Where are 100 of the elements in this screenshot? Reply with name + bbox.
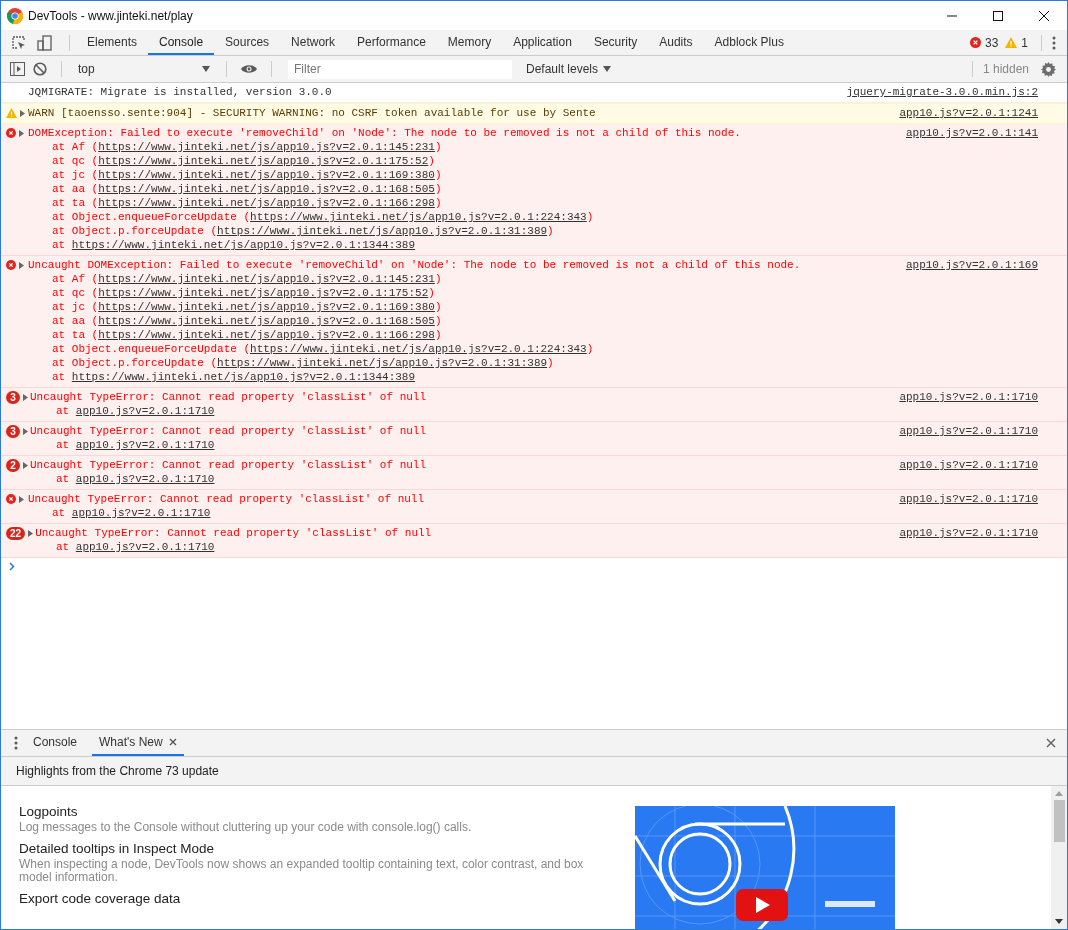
feature-title[interactable]: Detailed tooltips in Inspect Mode bbox=[19, 841, 619, 856]
stack-link[interactable]: https://www.jinteki.net/js/app10.js?v=2.0.1:224:343 bbox=[250, 211, 587, 223]
maximize-icon[interactable] bbox=[992, 9, 1004, 22]
stack-frame: at app10.js?v=2.0.1:1710 bbox=[6, 438, 1038, 452]
device-toolbar-icon[interactable] bbox=[37, 34, 53, 51]
close-icon[interactable] bbox=[168, 738, 177, 746]
panel-tab[interactable]: Application bbox=[502, 30, 583, 55]
stack-link[interactable]: app10.js?v=2.0.1:1710 bbox=[75, 439, 215, 451]
stack-link[interactable]: https://www.jinteki.net/js/app10.js?v=2.0.1:31:389 bbox=[217, 357, 548, 369]
source-link[interactable]: app10.js?v=2.0.1:141 bbox=[905, 126, 1038, 140]
expand-arrow-icon[interactable] bbox=[23, 393, 28, 401]
stack-link[interactable]: app10.js?v=2.0.1:1710 bbox=[75, 541, 215, 553]
stack-frame: at ta (https://www.jinteki.net/js/app10.js?v=2.0.1:166:298) bbox=[6, 196, 1038, 210]
stack-link[interactable]: https://www.jinteki.net/js/app10.js?v=2.0.1:224:343 bbox=[250, 343, 587, 355]
more-options-icon[interactable] bbox=[14, 736, 18, 750]
warning-icon bbox=[6, 108, 17, 118]
stack-link[interactable]: https://www.jinteki.net/js/app10.js?v=2.0.1:175:52 bbox=[98, 287, 429, 299]
expand-arrow-icon[interactable] bbox=[23, 461, 28, 469]
stack-link[interactable]: https://www.jinteki.net/js/app10.js?v=2.0.1:168:505 bbox=[98, 183, 435, 195]
repeat-count: 22 bbox=[6, 526, 26, 540]
stack-link[interactable]: https://www.jinteki.net/js/app10.js?v=2.0.1:166:298 bbox=[98, 329, 435, 341]
message-text: DOMException: Failed to execute 'removeChild' on 'Node': The node to be removed is not a child of this node. bbox=[28, 126, 742, 140]
stack-link[interactable]: https://www.jinteki.net/js/app10.js?v=2.0.1:169:380 bbox=[98, 301, 435, 313]
tab-label: Console bbox=[33, 735, 78, 749]
message-text: WARN [taoensso.sente:904] - SECURITY WARNING: no CSRF token available for use by Sente bbox=[28, 106, 597, 120]
drawer-tab[interactable]: Console bbox=[26, 730, 85, 756]
hidden-count: 1 hidden bbox=[982, 62, 1029, 76]
context-select[interactable]: top bbox=[76, 62, 212, 76]
warning-count[interactable]: 1 bbox=[1021, 35, 1028, 50]
repeat-count: 2 bbox=[6, 458, 20, 472]
panel-tab[interactable]: Memory bbox=[436, 30, 503, 55]
panel-tab[interactable]: Security bbox=[582, 30, 649, 55]
filter-field[interactable]: Filter bbox=[288, 59, 512, 79]
expand-arrow-icon[interactable] bbox=[19, 261, 24, 269]
stack-frame: at app10.js?v=2.0.1:1710 bbox=[6, 506, 1038, 520]
scroll-down-icon[interactable] bbox=[1055, 919, 1063, 924]
panel-tab[interactable]: Adblock Plus bbox=[703, 30, 795, 55]
expand-arrow-icon[interactable] bbox=[23, 427, 28, 435]
stack-link[interactable]: https://www.jinteki.net/js/app10.js?v=2.0.1:168:505 bbox=[98, 315, 435, 327]
stack-link[interactable]: https://www.jinteki.net/js/app10.js?v=2.0.1:1344:389 bbox=[71, 239, 416, 251]
levels-dropdown[interactable]: Default levels bbox=[520, 61, 618, 77]
settings-icon[interactable] bbox=[1041, 61, 1056, 77]
stack-link[interactable]: https://www.jinteki.net/js/app10.js?v=2.0.1:145:231 bbox=[98, 141, 435, 153]
message-text: JQMIGRATE: Migrate is installed, version 3.0.0 bbox=[28, 85, 333, 99]
message-text: Uncaught TypeError: Cannot read property 'classList' of null bbox=[30, 458, 428, 472]
source-link[interactable]: app10.js?v=2.0.1:1710 bbox=[899, 492, 1038, 506]
message-text: Uncaught TypeError: Cannot read property 'classList' of null bbox=[28, 492, 426, 506]
source-link[interactable]: app10.js?v=2.0.1:1710 bbox=[899, 390, 1038, 404]
stack-frame: at https://www.jinteki.net/js/app10.js?v=2.0.1:1344:389 bbox=[6, 238, 1038, 252]
stack-link[interactable]: https://www.jinteki.net/js/app10.js?v=2.0.1:169:380 bbox=[98, 169, 435, 181]
stack-link[interactable]: app10.js?v=2.0.1:1710 bbox=[71, 507, 211, 519]
scrollbar-thumb[interactable] bbox=[1053, 800, 1065, 842]
panel-tab[interactable]: Audits bbox=[648, 30, 704, 55]
more-options-icon[interactable] bbox=[1052, 35, 1056, 50]
source-link[interactable]: app10.js?v=2.0.1:1241 bbox=[899, 106, 1038, 120]
clear-console-icon[interactable] bbox=[33, 62, 47, 76]
stack-link[interactable]: https://www.jinteki.net/js/app10.js?v=2.0.1:145:231 bbox=[98, 273, 435, 285]
stack-link[interactable]: https://www.jinteki.net/js/app10.js?v=2.0.1:31:389 bbox=[217, 225, 548, 237]
scrollbar[interactable] bbox=[1051, 786, 1067, 929]
eye-icon[interactable] bbox=[241, 64, 257, 74]
source-link[interactable]: app10.js?v=2.0.1:1710 bbox=[899, 458, 1038, 472]
stack-link[interactable]: https://www.jinteki.net/js/app10.js?v=2.0.1:166:298 bbox=[98, 197, 435, 209]
stack-frame: at Object.enqueueForceUpdate (https://www.jinteki.net/js/app10.js?v=2.0.1:224:343) bbox=[6, 342, 1038, 356]
error-count[interactable]: 33 bbox=[984, 35, 999, 50]
panel-tab[interactable]: Performance bbox=[346, 30, 437, 55]
expand-arrow-icon[interactable] bbox=[19, 129, 24, 137]
stack-link[interactable]: https://www.jinteki.net/js/app10.js?v=2.0.1:175:52 bbox=[98, 155, 429, 167]
stack-link[interactable]: https://www.jinteki.net/js/app10.js?v=2.0.1:1344:389 bbox=[71, 371, 416, 383]
panel-tab[interactable]: Sources bbox=[214, 30, 281, 55]
source-link[interactable]: app10.js?v=2.0.1:169 bbox=[905, 258, 1038, 272]
message-text: Uncaught DOMException: Failed to execute 'removeChild' on 'Node': The node to be removed is not a child of this node. bbox=[28, 258, 802, 272]
stack-frame: at aa (https://www.jinteki.net/js/app10.js?v=2.0.1:168:505) bbox=[6, 182, 1038, 196]
sidebar-toggle-icon[interactable] bbox=[10, 62, 25, 76]
prompt-caret-icon[interactable] bbox=[9, 562, 15, 571]
stack-link[interactable]: app10.js?v=2.0.1:1710 bbox=[75, 405, 215, 417]
stack-frame: at app10.js?v=2.0.1:1710 bbox=[6, 472, 1038, 486]
source-link[interactable]: app10.js?v=2.0.1:1710 bbox=[899, 526, 1038, 540]
stack-frame: at Af (https://www.jinteki.net/js/app10.js?v=2.0.1:145:231) bbox=[6, 272, 1038, 286]
error-icon bbox=[969, 37, 981, 48]
stack-frame: at https://www.jinteki.net/js/app10.js?v=2.0.1:1344:389 bbox=[6, 370, 1038, 384]
error-icon bbox=[6, 260, 16, 270]
warning-icon bbox=[1005, 37, 1018, 48]
caret-icon bbox=[202, 66, 210, 72]
stack-frame: at qc (https://www.jinteki.net/js/app10.js?v=2.0.1:175:52) bbox=[6, 154, 1038, 168]
panel-tab[interactable]: Network bbox=[280, 30, 347, 55]
inspect-element-icon[interactable] bbox=[11, 34, 27, 51]
section-heading: Highlights from the Chrome 73 update bbox=[16, 764, 219, 778]
close-icon[interactable] bbox=[1038, 9, 1050, 22]
error-icon bbox=[6, 128, 16, 138]
feature-title[interactable]: Export code coverage data bbox=[19, 891, 619, 906]
source-link[interactable]: jquery-migrate-3.0.0.min.js:2 bbox=[846, 85, 1038, 99]
source-link[interactable]: app10.js?v=2.0.1:1710 bbox=[899, 424, 1038, 438]
expand-arrow-icon[interactable] bbox=[28, 529, 34, 537]
panel-tab[interactable]: Elements bbox=[76, 30, 149, 55]
window-title: DevTools - www.jinteki.net/play bbox=[28, 8, 193, 23]
feature-title[interactable]: Logpoints bbox=[19, 804, 619, 819]
feature-description: Log messages to the Console without cluttering up your code with console.log() calls. bbox=[19, 821, 473, 834]
expand-arrow-icon[interactable] bbox=[20, 109, 25, 117]
expand-arrow-icon[interactable] bbox=[19, 495, 24, 503]
stack-link[interactable]: app10.js?v=2.0.1:1710 bbox=[75, 473, 215, 485]
